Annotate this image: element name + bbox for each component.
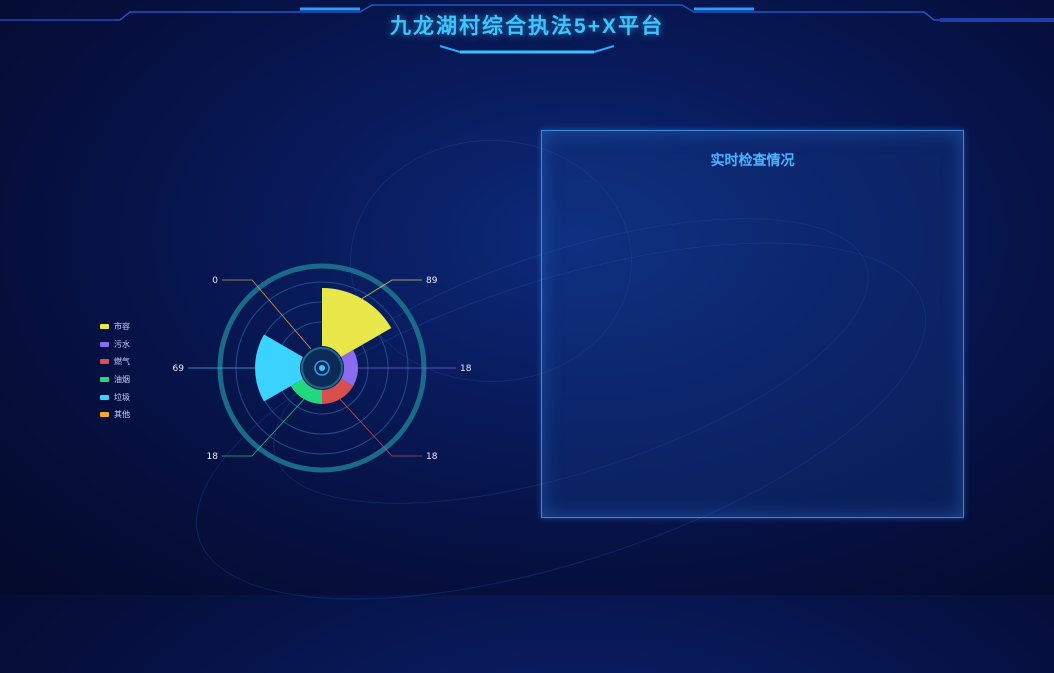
chart-leader-line <box>222 398 305 457</box>
chart-data-label: 18 <box>207 452 219 462</box>
chart-slice[interactable] <box>322 288 392 357</box>
chart-data-label: 0 <box>212 276 218 286</box>
chart-data-label: 18 <box>460 364 472 374</box>
chart-center-core <box>319 365 325 371</box>
panel-title-wrap: 实时检查情况 <box>542 149 963 171</box>
chart-leader-line <box>339 398 422 457</box>
chart-data-label: 69 <box>173 364 185 374</box>
realtime-inspection-panel: 实时检查情况 <box>541 130 964 518</box>
chart-data-label: 89 <box>426 276 438 286</box>
chart-data-label: 18 <box>426 452 438 462</box>
panel-title: 实时检查情况 <box>710 152 795 168</box>
